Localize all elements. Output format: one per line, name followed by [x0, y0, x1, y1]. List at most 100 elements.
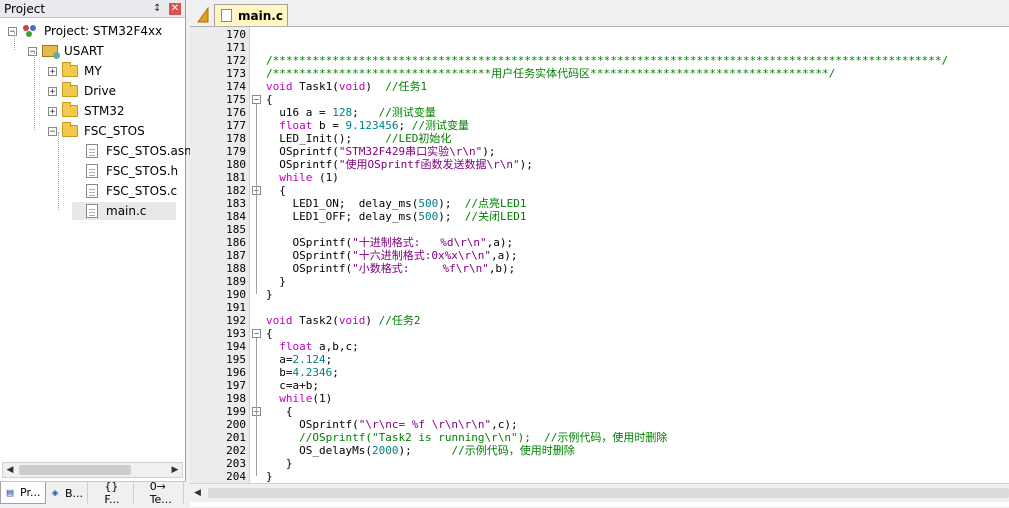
code-line[interactable]: 190}: [190, 288, 1009, 301]
code-text: OSprintf("十进制格式: %d\r\n",a);: [266, 236, 513, 249]
line-number: 203: [226, 457, 246, 470]
tree-item[interactable]: + STM32: [48, 102, 125, 120]
code-token: ,a);: [486, 236, 514, 249]
code-text: u16 a = 128; //测试变量: [266, 106, 436, 119]
tree-item[interactable]: − FSC_STOS: [48, 122, 145, 140]
tab-main-c[interactable]: main.c: [214, 4, 288, 26]
code-line[interactable]: 183 LED1_ON; delay_ms(500); //点亮LED1: [190, 197, 1009, 210]
tree-item[interactable]: + MY: [48, 62, 102, 80]
code-token: //任务1: [385, 80, 428, 93]
templates-icon: [137, 487, 146, 499]
pin-icon[interactable]: ↕: [153, 3, 163, 14]
code-line[interactable]: 188 OSprintf("小数格式: %f\r\n",b);: [190, 262, 1009, 275]
code-line[interactable]: 199− {: [190, 405, 1009, 418]
code-token: "STM32F429串口实验\r\n": [338, 145, 483, 158]
collapse-icon[interactable]: −: [28, 46, 37, 56]
code-token: {: [266, 327, 273, 340]
code-token: ): [365, 80, 386, 93]
code-line[interactable]: 194 float a,b,c;: [190, 340, 1009, 353]
code-line[interactable]: 197 c=a+b;: [190, 379, 1009, 392]
code-line[interactable]: 189 }: [190, 275, 1009, 288]
code-line[interactable]: 201 //OSprintf("Task2 is running\r\n"); …: [190, 431, 1009, 444]
code-line[interactable]: 193−{: [190, 327, 1009, 340]
close-icon[interactable]: ✕: [169, 2, 181, 15]
fold-collapse-icon[interactable]: −: [252, 95, 261, 104]
code-editor[interactable]: 170 171 172 /******************************…: [190, 27, 1009, 483]
code-line[interactable]: 179 OSprintf("STM32F429串口实验\r\n");: [190, 145, 1009, 158]
code-line[interactable]: 203 }: [190, 457, 1009, 470]
code-token: }: [266, 457, 293, 470]
code-line[interactable]: 186 OSprintf("十进制格式: %d\r\n",a);: [190, 236, 1009, 249]
bottom-tab-functions[interactable]: {} F...: [88, 480, 134, 506]
bottom-tab-label: 0→ Te...: [149, 480, 172, 506]
code-token: OSprintf(: [266, 262, 353, 275]
code-line[interactable]: 185: [190, 223, 1009, 236]
line-number: 177: [226, 119, 246, 132]
expand-icon[interactable]: +: [48, 106, 57, 116]
expand-icon[interactable]: +: [48, 66, 57, 76]
scrollbar-thumb[interactable]: [19, 465, 131, 475]
code-line[interactable]: 195 a=2.124;: [190, 353, 1009, 366]
code-line[interactable]: 191: [190, 301, 1009, 314]
code-token: );: [482, 145, 496, 158]
code-line[interactable]: 177 float b = 9.123456; //测试变量: [190, 119, 1009, 132]
code-line[interactable]: 180 OSprintf("使用OSprintf函数发送数据\r\n");: [190, 158, 1009, 171]
code-line[interactable]: 204}: [190, 470, 1009, 483]
code-token: void: [338, 314, 366, 327]
code-text: }: [266, 288, 273, 301]
functions-icon: [91, 487, 100, 499]
code-line[interactable]: 200 OSprintf("\r\nc= %f \r\n\r\n",c);: [190, 418, 1009, 431]
scroll-left-arrow-icon[interactable]: ◀: [194, 487, 206, 499]
code-line[interactable]: 202 OS_delayMs(2000); //示例代码，使用时删除: [190, 444, 1009, 457]
code-line[interactable]: 181 while (1): [190, 171, 1009, 184]
bottom-tab-project-tab[interactable]: ▤ Pr...: [0, 482, 46, 504]
tree-item[interactable]: FSC_STOS.h: [72, 162, 178, 180]
code-line[interactable]: 173 /*********************************用户任…: [190, 67, 1009, 80]
tree-item[interactable]: FSC_STOS.asm: [72, 142, 196, 160]
code-line[interactable]: 170: [190, 28, 1009, 41]
scrollbar-thumb[interactable]: [208, 488, 1009, 498]
scroll-right-arrow-icon[interactable]: ▶: [168, 463, 182, 477]
code-token: OSprintf(: [266, 236, 353, 249]
code-line[interactable]: 171: [190, 41, 1009, 54]
code-line[interactable]: 182− {: [190, 184, 1009, 197]
scroll-left-arrow-icon[interactable]: ◀: [3, 463, 17, 477]
code-line[interactable]: 176 u16 a = 128; //测试变量: [190, 106, 1009, 119]
code-line[interactable]: 192 void Task2(void) //任务2: [190, 314, 1009, 327]
code-line[interactable]: 198 while(1): [190, 392, 1009, 405]
bottom-tab-templates[interactable]: 0→ Te...: [134, 480, 184, 506]
project-horizontal-scrollbar[interactable]: ◀ ▶: [2, 462, 183, 478]
code-line[interactable]: 184 LED1_OFF; delay_ms(500); //关闭LED1: [190, 210, 1009, 223]
tree-item[interactable]: − Project: STM32F4xx: [8, 22, 162, 40]
collapse-icon[interactable]: −: [8, 26, 17, 36]
code-line[interactable]: 175−{: [190, 93, 1009, 106]
code-token: ;: [352, 106, 379, 119]
code-token: //测试变量: [378, 106, 436, 119]
code-line[interactable]: 196 b=4.2346;: [190, 366, 1009, 379]
bottom-tab-books[interactable]: ◈ B...: [46, 482, 88, 504]
line-number: 175: [226, 93, 246, 106]
expand-icon[interactable]: +: [48, 86, 57, 96]
line-number: 185: [226, 223, 246, 236]
code-line[interactable]: 187 OSprintf("十六进制格式:0x%x\r\n",a);: [190, 249, 1009, 262]
tree-item[interactable]: FSC_STOS.c: [72, 182, 177, 200]
code-line[interactable]: 174 void Task1(void) //任务1: [190, 80, 1009, 93]
tree-item[interactable]: main.c: [72, 202, 177, 220]
tree-item-label: FSC_STOS.c: [106, 184, 178, 198]
code-token: OSprintf(: [266, 145, 339, 158]
code-line[interactable]: 172 /************************************…: [190, 54, 1009, 67]
tree-item[interactable]: − USART: [28, 42, 104, 60]
fold-guide: [256, 195, 257, 281]
line-number: 193: [226, 327, 246, 340]
editor-horizontal-scrollbar[interactable]: ◀: [190, 483, 1009, 502]
code-text: /***************************************…: [266, 54, 948, 67]
code-line[interactable]: 178 LED_Init(); //LED初始化: [190, 132, 1009, 145]
code-token: //测试变量: [411, 119, 469, 132]
tree-item[interactable]: + Drive: [48, 82, 116, 100]
code-token: void: [266, 80, 293, 93]
code-text: float b = 9.123456; //测试变量: [266, 119, 469, 132]
line-number: 183: [226, 197, 246, 210]
fold-collapse-icon[interactable]: −: [252, 329, 261, 338]
collapse-icon[interactable]: −: [48, 126, 57, 136]
line-number: 199: [226, 405, 246, 418]
